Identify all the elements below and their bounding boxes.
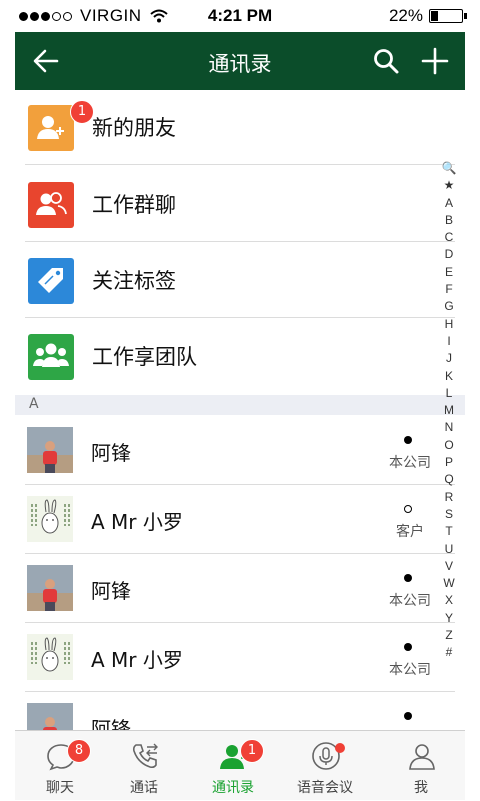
tab-label: 聊天 [46,780,74,796]
status-dot [404,574,412,582]
photo-avatar [27,565,73,611]
contact-row[interactable]: 阿锋 本公司 [15,416,465,485]
contact-tag: 客户 [396,524,424,540]
contact-row[interactable]: 阿锋 [15,692,465,730]
chat-badge: 8 [67,739,91,763]
tab-label: 通讯录 [212,780,254,796]
status-dot [404,643,412,651]
index-letter[interactable]: O [440,437,458,454]
status-dot [404,712,412,720]
tab-calls[interactable]: 通话 [99,731,189,801]
index-letter[interactable]: W [440,575,458,592]
tab-label: 我 [414,780,428,796]
contact-name: 阿锋 [91,717,131,730]
new-friend-badge: 1 [70,100,94,124]
tab-contacts[interactable]: 1 通讯录 [188,731,278,801]
contact-row[interactable]: A Mr 小罗 本公司 [15,623,465,692]
contacts-list: 1 新的朋友 工作群聊 关注标签 工作享团队 A 阿锋 本公司 A Mr 小罗 … [15,90,465,730]
contact-row[interactable]: 阿锋 本公司 [15,554,465,623]
index-letter[interactable]: G [440,298,458,315]
menu-item-label: 新的朋友 [92,116,176,140]
battery-icon [429,9,467,23]
notification-dot [335,743,345,753]
group-chat-icon [28,182,74,228]
new-friend-icon: 1 [28,100,94,151]
index-letter[interactable]: E [440,264,458,281]
tag-icon [28,258,74,304]
divider [25,317,455,318]
index-letter[interactable]: V [440,558,458,575]
menu-item-tags[interactable]: 关注标签 [15,243,465,318]
section-letter: A [29,396,39,412]
menu-item-new-friends[interactable]: 1 新的朋友 [15,90,465,165]
team-icon [28,334,74,380]
title-bar: 通讯录 [15,32,465,90]
tab-label: 语音会议 [297,780,353,796]
tab-bar: 8 聊天 通话 1 通讯录 语音会议 我 [15,730,465,800]
search-icon[interactable] [371,46,401,76]
index-letter[interactable]: R [440,489,458,506]
alphabet-index[interactable]: 🔍 ★ A B C D E F G H I J K L M N O P Q R S T U V W X Y Z # [440,160,458,662]
index-letter[interactable]: K [440,368,458,385]
battery-percent: 22% [388,6,423,25]
menu-item-label: 关注标签 [92,269,176,293]
index-letter[interactable]: B [440,212,458,229]
photo-avatar [27,703,73,730]
rabbit-avatar [27,496,73,542]
index-letter[interactable]: J [440,350,458,367]
index-letter[interactable]: I [440,333,458,350]
index-letter[interactable]: P [440,454,458,471]
contact-tag: 本公司 [389,662,431,678]
contacts-badge: 1 [240,739,264,763]
photo-avatar [27,427,73,473]
index-letter[interactable]: Z [440,627,458,644]
index-letter[interactable]: # [440,644,458,661]
contact-name: 阿锋 [91,441,131,465]
contact-tag: 本公司 [389,593,431,609]
status-dot-hollow [404,505,412,513]
index-letter[interactable]: S [440,506,458,523]
status-bar: VIRGIN 4:21 PM 22% [15,0,467,32]
index-letter[interactable]: ★ [440,177,458,194]
tab-label: 通话 [130,780,158,796]
contact-tag: 本公司 [389,455,431,471]
index-letter[interactable]: N [440,419,458,436]
section-header: A [15,395,465,415]
index-letter[interactable]: Q [440,471,458,488]
index-letter[interactable]: D [440,246,458,263]
contact-name: 阿锋 [91,579,131,603]
divider [25,164,455,165]
index-letter[interactable]: F [440,281,458,298]
contact-row[interactable]: A Mr 小罗 客户 [15,485,465,554]
index-letter[interactable]: 🔍 [440,160,458,177]
divider [25,241,455,242]
rabbit-avatar [27,634,73,680]
index-letter[interactable]: L [440,385,458,402]
menu-item-team[interactable]: 工作享团队 [15,319,465,394]
index-letter[interactable]: X [440,592,458,609]
status-dot [404,436,412,444]
index-letter[interactable]: H [440,316,458,333]
menu-item-label: 工作群聊 [92,193,176,217]
add-icon[interactable] [419,45,451,77]
tab-chat[interactable]: 8 聊天 [15,731,105,801]
tab-me[interactable]: 我 [376,731,466,801]
phone-icon [132,743,158,769]
index-letter[interactable]: A [440,195,458,212]
person-icon [409,744,435,770]
contact-name: A Mr 小罗 [91,648,183,672]
index-letter[interactable]: M [440,402,458,419]
index-letter[interactable]: T [440,523,458,540]
index-letter[interactable]: Y [440,610,458,627]
contact-name: A Mr 小罗 [91,510,183,534]
menu-item-label: 工作享团队 [92,345,197,369]
index-letter[interactable]: C [440,229,458,246]
menu-item-group-chat[interactable]: 工作群聊 [15,167,465,242]
index-letter[interactable]: U [440,541,458,558]
tab-voice-meeting[interactable]: 语音会议 [280,731,370,801]
